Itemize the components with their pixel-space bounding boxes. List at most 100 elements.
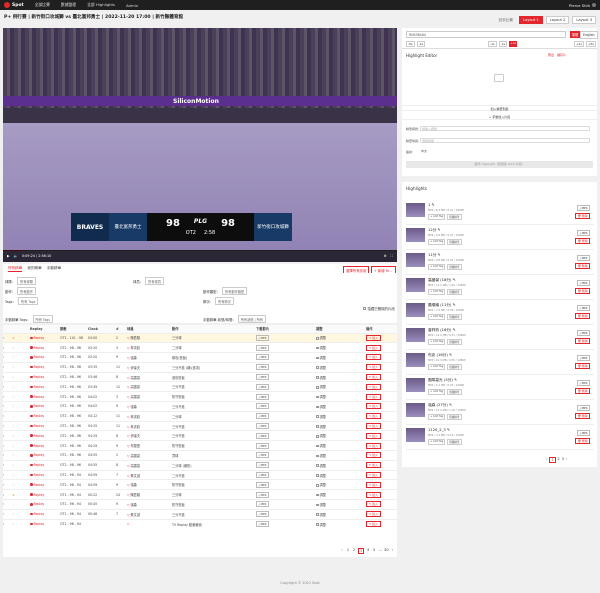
nudge-minus5-button[interactable]: -5s [406, 41, 415, 47]
expand-icon[interactable]: › [3, 361, 12, 373]
select-checkbox[interactable] [316, 464, 319, 468]
download-mp4-button[interactable]: ⤓ MP4 [256, 423, 270, 430]
page-button[interactable]: 2 [352, 548, 356, 554]
replay-button[interactable]: Replay [30, 424, 44, 428]
tab-manual[interactable]: 手動精華 [47, 266, 61, 271]
replay-button[interactable]: Replay [30, 434, 44, 438]
star-icon[interactable]: ☆ [12, 450, 30, 461]
download-mp4-button[interactable]: ⤓ MP4 [256, 334, 270, 341]
download-mp4-button[interactable]: ⤓ MP4 [256, 432, 270, 439]
table-row[interactable]: › ☆ Replay OT2 - 98 - 94 04:59 9 ▽ 強森 防守籃板 ⤓ MP4… [3, 479, 397, 490]
nudge-mid-c[interactable]: +1s [509, 41, 518, 47]
add-to-highlight-button[interactable]: ✎ 加入 [366, 344, 381, 351]
highlight-mp4-button[interactable]: ⤓ MP4 [576, 405, 590, 411]
filter-tags-select[interactable]: 所有 Tags [17, 297, 39, 305]
star-icon[interactable]: ☆ [12, 499, 30, 510]
manual-tags-select[interactable]: 所有 Tags [32, 315, 53, 323]
select-checkbox[interactable] [316, 435, 319, 438]
user-name[interactable]: Pierce Shih [569, 3, 590, 8]
adjust-label[interactable]: 調整 [320, 366, 326, 370]
table-row[interactable]: › ☆ Replay OT2 - 98 - 96 04:29 8 ▽ 伊達夫 三分不進 ⤓ MP… [3, 430, 397, 441]
adjust-label[interactable]: 調整 [320, 523, 326, 527]
expand-icon[interactable]: › [3, 420, 12, 431]
highlight-thumbnail[interactable] [406, 253, 425, 267]
star-icon[interactable]: ☆ [12, 342, 30, 353]
export-link[interactable]: 匯出 [548, 53, 554, 57]
add-tag-button[interactable]: + Add Tag [428, 339, 446, 345]
adjust-label[interactable]: 調整 [320, 493, 326, 497]
star-icon[interactable]: ☆ [12, 381, 30, 392]
add-tag-button[interactable]: + Add Tag [428, 214, 446, 220]
table-row[interactable]: › ☆ Replay OT2 - 98 - 96 03:49 12 ▽ 高國豪 三分不進 ⤓ M… [3, 381, 397, 392]
adjust-label[interactable]: 調整 [320, 405, 326, 409]
replay-button[interactable]: Replay [30, 395, 44, 399]
highlight-item[interactable]: 蕭順議 (11分) ✎ MP4 / 7.5 MB / 0:38 / 1080P + … [406, 302, 594, 325]
add-to-highlight-button[interactable]: ✎ 加入 [366, 354, 381, 361]
highlight-delete-button[interactable]: 🗑 刪除 [574, 338, 590, 344]
adjust-label[interactable]: 調整 [320, 425, 326, 429]
page-button[interactable]: … [378, 548, 382, 554]
replay-button[interactable]: Replay [30, 414, 44, 418]
highlight-delete-button[interactable]: 🗑 刪除 [574, 388, 590, 394]
table-row[interactable]: › ☆ Replay OT2 - 98 - 96 04:02 9 ▽ 強森 三分不進 ⤓ MP4… [3, 401, 397, 412]
add-tag-button[interactable]: + Add Tag [428, 239, 446, 245]
star-icon[interactable]: ☆ [12, 518, 30, 529]
hide-highlight-button[interactable]: 隱藏精華 [447, 314, 462, 320]
hide-deleted-checkbox[interactable] [363, 307, 366, 310]
tab-all[interactable]: 所有精華 [8, 266, 23, 272]
download-mp4-button[interactable]: ⤓ MP4 [256, 491, 270, 498]
star-icon[interactable]: ☆ [12, 459, 30, 471]
star-icon[interactable]: ★ [12, 332, 30, 343]
add-to-highlight-button[interactable]: ✎ 加入 [366, 432, 381, 439]
tab-mine[interactable]: 我的精華 [27, 266, 41, 271]
star-icon[interactable]: ☆ [12, 440, 30, 451]
replay-button[interactable]: Replay [30, 404, 44, 408]
add-to-highlight-button[interactable]: ✎ 加入 [366, 462, 381, 469]
add-to-highlight-button[interactable]: ✎ 加入 [366, 374, 381, 381]
add-tag-button[interactable]: + Add Tag [428, 389, 446, 395]
expand-icon[interactable]: › [3, 401, 12, 412]
select-checkbox[interactable] [316, 376, 319, 379]
highlight-thumbnail[interactable] [406, 228, 425, 242]
download-mp4-button[interactable]: ⤓ MP4 [256, 472, 270, 479]
highlight-item[interactable]: 團隊高光 (5分) ✎ MP4 / 5.1 MB / 0:25 / 1080P + … [406, 377, 594, 400]
download-mp4-button[interactable]: ⤓ MP4 [256, 481, 270, 488]
add-to-highlight-button[interactable]: ✎ 加入 [366, 383, 381, 390]
highlight-delete-button[interactable]: 🗑 刪除 [574, 313, 590, 319]
highlight-delete-button[interactable]: 🗑 刪除 [574, 438, 590, 444]
download-mp4-button[interactable]: ⤓ MP4 [256, 354, 270, 361]
download-mp4-button[interactable]: ⤓ MP4 [256, 374, 270, 381]
filter-team-select[interactable]: 所有球隊 [17, 277, 36, 285]
hide-highlight-button[interactable]: 隱藏精華 [447, 239, 462, 245]
add-tag-button[interactable]: + Add Tag [428, 289, 446, 295]
add-to-highlight-button[interactable]: ✎ 加入 [366, 423, 381, 430]
nav-item-games[interactable]: 全部比賽 [35, 2, 50, 8]
expand-icon[interactable]: › [3, 479, 12, 490]
table-row[interactable]: › ★ Replay OT2 - 101 - 98 03:00 2 ▽ 陳盈駿 三分球 ⤓ MP… [3, 332, 397, 343]
replay-button[interactable]: Replay [30, 355, 44, 359]
expand-icon[interactable]: › [3, 518, 12, 529]
make-highlight-button[interactable]: 製作 Highlight（請選擇 0/20 片段） [406, 161, 593, 168]
table-row[interactable]: › ★ Replay OT1 - 96 - 94 00:22 24 ▽ 陳盈駿 三分球 ⤓ MP… [3, 489, 397, 500]
brand[interactable]: Spot [4, 2, 24, 8]
highlight-title[interactable]: 蕭順議 (11分) ✎ [428, 303, 456, 308]
select-checkbox[interactable] [316, 523, 319, 527]
highlight-delete-button[interactable]: 🗑 刪除 [574, 213, 590, 219]
expand-icon[interactable]: › [3, 352, 12, 363]
add-to-highlight-button[interactable]: ✎ 加入 [366, 472, 381, 479]
highlights-page-button[interactable]: › [566, 457, 567, 463]
expand-icon[interactable]: › [3, 391, 12, 402]
download-mp4-button[interactable]: ⤓ MP4 [256, 511, 270, 518]
nudge-plus5-button[interactable]: +5s [586, 41, 596, 47]
highlight-delete-button[interactable]: 🗑 刪除 [574, 288, 590, 294]
save-link[interactable]: 儲存片 [557, 53, 566, 57]
select-checkbox[interactable] [316, 493, 319, 497]
add-to-highlight-button[interactable]: ✎ 加入 [366, 501, 381, 508]
expand-icon[interactable]: › [3, 410, 12, 422]
star-icon[interactable]: ☆ [12, 479, 30, 490]
highlight-item[interactable]: 11分 ✎ MP4 / 8.8 MB / 0:43 / 1080P + Add Ta… [406, 252, 594, 275]
highlights-page-button[interactable]: 1 [549, 457, 556, 463]
add-tag-button[interactable]: + Add Tag [428, 314, 446, 320]
page-button[interactable]: › [391, 548, 395, 554]
replay-button[interactable]: Replay [30, 512, 44, 516]
